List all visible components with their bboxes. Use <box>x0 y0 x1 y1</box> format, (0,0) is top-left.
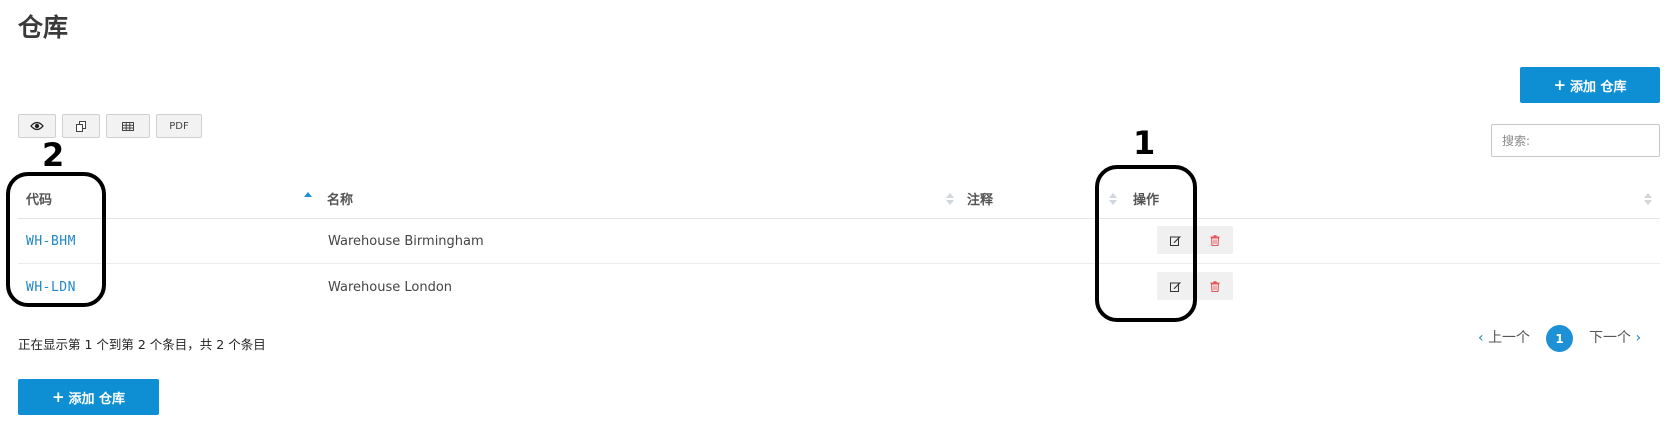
table-icon <box>122 121 134 131</box>
table-header-divider <box>18 218 1660 219</box>
pagination-next-label: 下一个 <box>1589 330 1631 346</box>
chevron-left-icon: ‹ <box>1478 330 1484 346</box>
trash-icon <box>1210 234 1220 246</box>
column-header-note[interactable]: 注释 <box>967 189 993 208</box>
pdf-button[interactable]: PDF <box>156 114 202 138</box>
column-header-name[interactable]: 名称 <box>327 189 353 208</box>
pagination-current-page[interactable]: 1 <box>1546 325 1573 352</box>
export-toolbar: PDF <box>18 114 202 138</box>
add-warehouse-label: 添加 仓库 <box>1570 79 1627 95</box>
chevron-right-icon: › <box>1635 330 1642 346</box>
annotation-number: 2 <box>42 136 65 174</box>
page-title: 仓库 <box>18 13 69 42</box>
annotation-box-code-column <box>6 172 106 307</box>
pagination-next[interactable]: 下一个 › <box>1589 327 1641 347</box>
eye-icon <box>30 121 44 131</box>
warehouse-name: Warehouse Birmingham <box>328 234 484 249</box>
delete-button[interactable] <box>1197 226 1233 254</box>
sort-icon[interactable] <box>946 192 954 206</box>
column-visibility-button[interactable] <box>18 114 56 138</box>
delete-button[interactable] <box>1197 272 1233 300</box>
copy-button[interactable] <box>62 114 100 138</box>
sort-icon[interactable] <box>1644 192 1652 206</box>
plus-icon: + <box>51 388 65 406</box>
pagination-prev-label: 上一个 <box>1488 330 1531 346</box>
copy-icon <box>75 120 86 132</box>
annotation-box-actions-column <box>1095 165 1197 322</box>
trash-icon <box>1210 280 1220 292</box>
excel-button[interactable] <box>106 114 150 138</box>
pagination-prev[interactable]: ‹ 上一个 <box>1478 327 1530 347</box>
table-info: 正在显示第 1 个到第 2 个条目，共 2 个条目 <box>18 337 266 352</box>
add-warehouse-button-bottom[interactable]: + 添加 仓库 <box>18 379 159 415</box>
search-input[interactable] <box>1491 124 1660 157</box>
annotation-number: 1 <box>1133 124 1156 162</box>
sort-asc-icon[interactable] <box>304 191 312 205</box>
row-divider <box>18 263 1660 264</box>
add-warehouse-label: 添加 仓库 <box>68 391 126 407</box>
plus-icon: + <box>1553 76 1567 94</box>
add-warehouse-button-top[interactable]: + 添加 仓库 <box>1520 67 1660 103</box>
warehouse-name: Warehouse London <box>328 280 453 295</box>
